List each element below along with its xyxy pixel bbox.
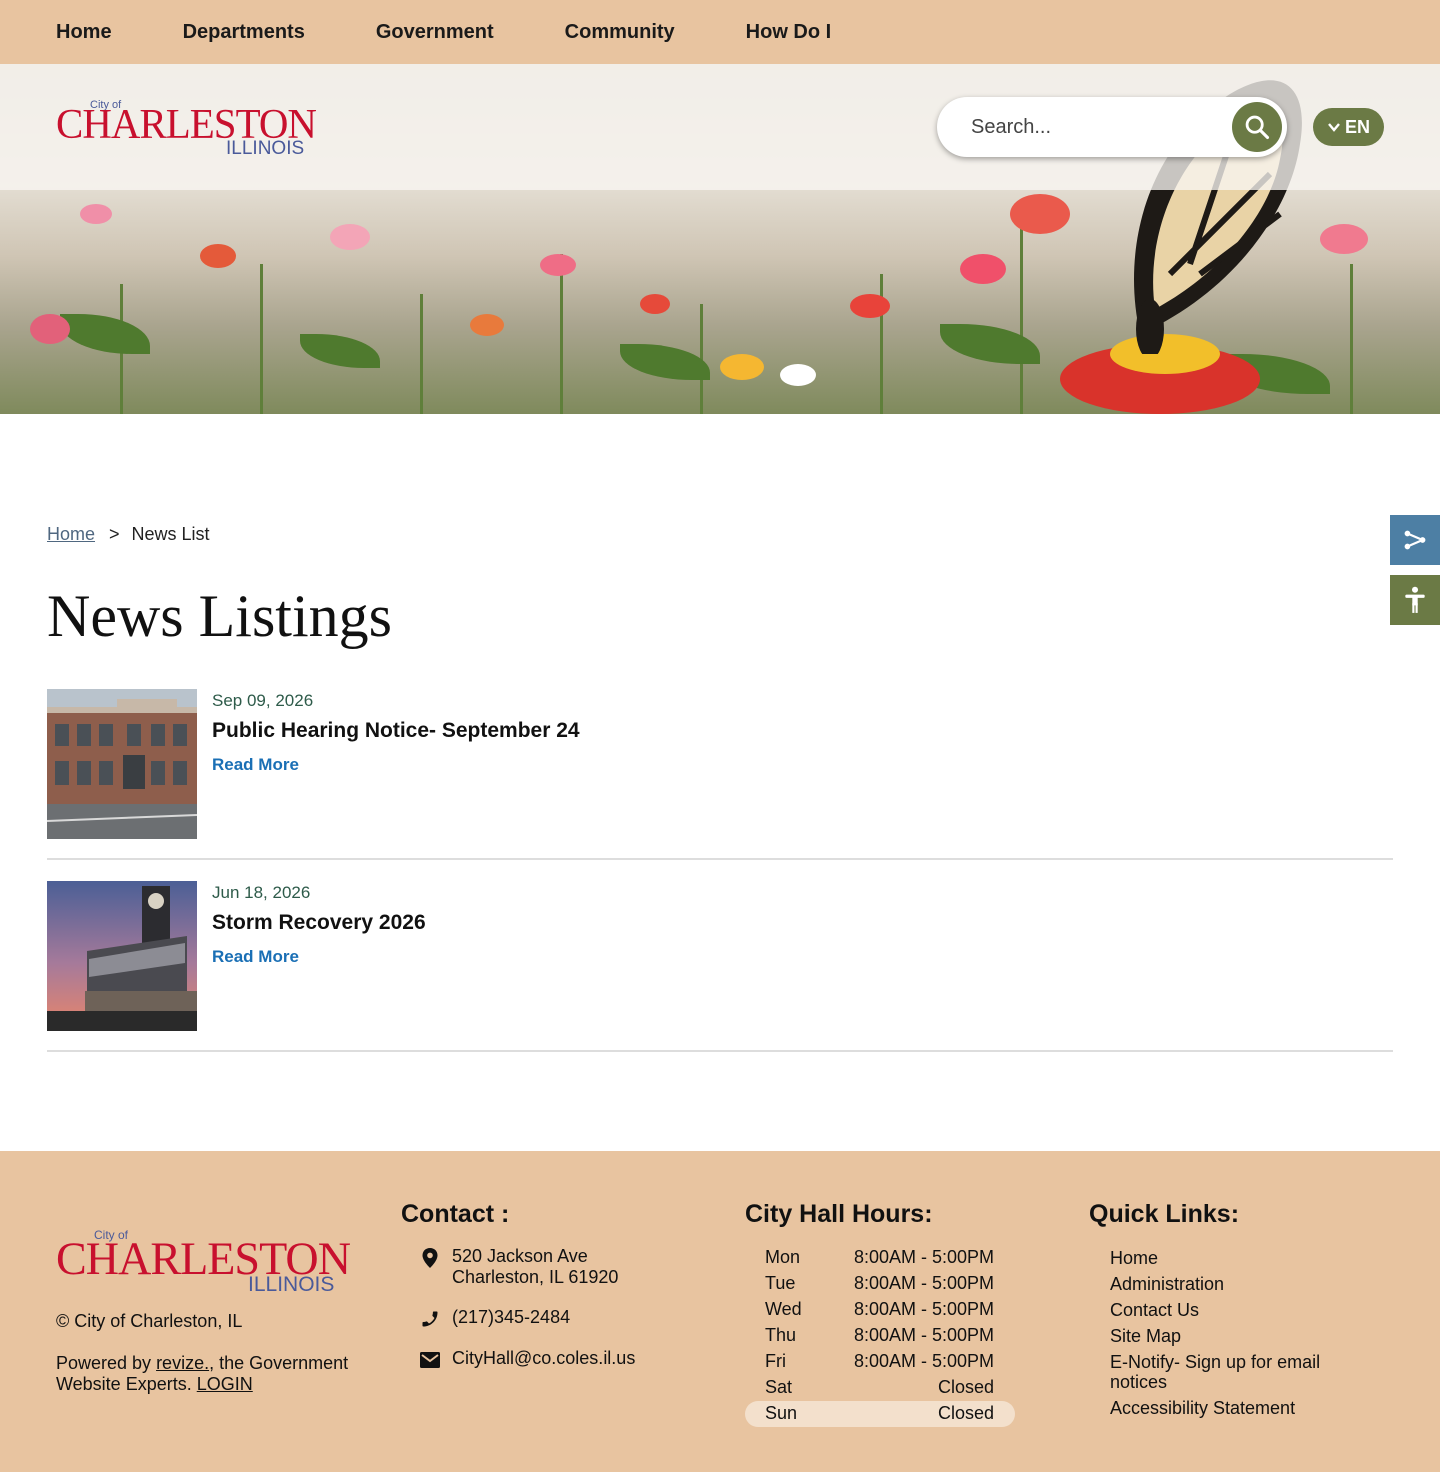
breadcrumb-separator: > — [109, 524, 120, 544]
search-button[interactable] — [1232, 102, 1282, 152]
nav-community[interactable]: Community — [565, 21, 675, 44]
nav-government[interactable]: Government — [376, 21, 494, 44]
accessibility-button[interactable] — [1390, 575, 1440, 625]
language-label: EN — [1344, 116, 1370, 137]
quick-link-administration[interactable]: Administration — [1110, 1274, 1350, 1294]
news-title[interactable]: Storm Recovery 2026 — [212, 911, 426, 935]
hours-row: Thu 8:00AM - 5:00PM — [765, 1325, 994, 1345]
breadcrumb-current: News List — [131, 524, 210, 544]
contact-phone[interactable]: (217)345-2484 — [418, 1307, 570, 1331]
city-sign-image — [47, 881, 197, 1031]
quick-links-heading: Quick Links: — [1089, 1200, 1240, 1228]
news-thumbnail[interactable] — [47, 881, 197, 1031]
hours-heading: City Hall Hours: — [745, 1200, 933, 1228]
login-link[interactable]: LOGIN — [197, 1374, 253, 1394]
search-box — [937, 97, 1287, 157]
page-title: News Listings — [47, 583, 392, 649]
news-item: Sep 09, 2026 Public Hearing Notice- Sept… — [47, 689, 1393, 860]
footer-powered-by: Powered by revize., the Government Websi… — [56, 1353, 349, 1394]
svg-text:ILLINOIS: ILLINOIS — [226, 138, 304, 158]
search-input[interactable] — [937, 97, 1227, 157]
news-date: Sep 09, 2026 — [212, 691, 314, 710]
share-icon — [1404, 530, 1426, 550]
quick-link-accessibility[interactable]: Accessibility Statement — [1110, 1398, 1350, 1418]
city-logo[interactable]: City of CHARLESTON ILLINOIS — [56, 96, 318, 158]
contact-email[interactable]: CityHall@co.coles.il.us — [418, 1348, 635, 1372]
nav-how-do-i[interactable]: How Do I — [746, 21, 832, 44]
chevron-down-icon — [1328, 123, 1340, 132]
language-selector[interactable]: EN — [1313, 108, 1384, 146]
quick-link-contact-us[interactable]: Contact Us — [1110, 1300, 1350, 1320]
breadcrumb-home[interactable]: Home — [47, 524, 95, 544]
email-icon — [420, 1352, 440, 1368]
hours-row: Wed 8:00AM - 5:00PM — [765, 1299, 994, 1319]
quick-link-home[interactable]: Home — [1110, 1248, 1350, 1268]
news-thumbnail[interactable] — [47, 689, 197, 839]
phone-icon — [422, 1311, 438, 1327]
read-more-link[interactable]: Read More — [212, 755, 299, 775]
quick-link-site-map[interactable]: Site Map — [1110, 1326, 1350, 1346]
hours-row: Mon 8:00AM - 5:00PM — [765, 1247, 994, 1267]
contact-heading: Contact : — [401, 1200, 510, 1228]
hours-row: Fri 8:00AM - 5:00PM — [765, 1351, 994, 1371]
location-pin-icon — [422, 1248, 438, 1268]
nav-home[interactable]: Home — [56, 21, 112, 44]
hours-row: Sat Closed — [765, 1377, 994, 1397]
contact-address: 520 Jackson Ave Charleston, IL 61920 — [418, 1246, 618, 1288]
svg-text:ILLINOIS: ILLINOIS — [248, 1273, 334, 1296]
news-date: Jun 18, 2026 — [212, 883, 311, 902]
hours-row: Tue 8:00AM - 5:00PM — [765, 1273, 994, 1293]
footer-copyright: © City of Charleston, IL — [56, 1311, 243, 1331]
read-more-link[interactable]: Read More — [212, 947, 299, 967]
accessibility-icon — [1405, 586, 1425, 613]
search-icon — [1245, 115, 1270, 140]
revize-link[interactable]: revize. — [156, 1353, 209, 1373]
news-item: Jun 18, 2026 Storm Recovery 2026 Read Mo… — [47, 881, 1393, 1052]
share-button[interactable] — [1390, 515, 1440, 565]
footer-logo[interactable]: City of CHARLESTON ILLINOIS — [56, 1226, 352, 1296]
breadcrumb: Home > News List — [47, 524, 210, 545]
quick-link-e-notify[interactable]: E-Notify- Sign up for email notices — [1110, 1352, 1350, 1392]
hours-row-today: Sun Closed — [745, 1401, 1015, 1427]
nav-departments[interactable]: Departments — [183, 21, 305, 44]
news-title[interactable]: Public Hearing Notice- September 24 — [212, 719, 580, 743]
building-image — [47, 689, 197, 839]
top-nav: Home Departments Government Community Ho… — [0, 0, 1440, 64]
